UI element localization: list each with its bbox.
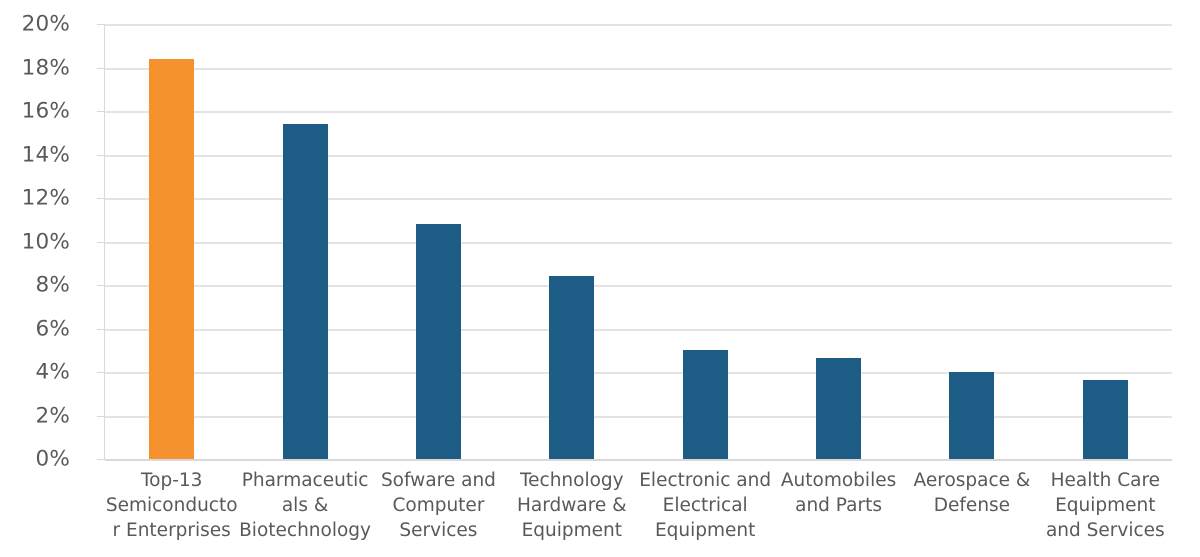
bars	[105, 24, 1172, 459]
y-axis-tick-label: 0%	[35, 446, 70, 472]
plot-area	[105, 24, 1172, 461]
y-axis-tick-label: 20%	[21, 11, 70, 37]
x-axis-baseline	[105, 459, 1172, 461]
x-axis-category-label: Automobiles and Parts	[780, 470, 897, 516]
bar[interactable]	[282, 124, 328, 459]
y-axis-tick-label: 2%	[35, 402, 70, 428]
y-axis-tick-label: 6%	[35, 315, 70, 341]
x-axis-category-label: Technology Hardware & Equipment	[516, 470, 627, 541]
y-axis-tick-label: 14%	[21, 141, 70, 167]
y-axis-tick-label: 4%	[35, 359, 70, 385]
y-axis-tick-label: 8%	[35, 272, 70, 298]
bar[interactable]	[949, 372, 995, 459]
y-axis-tick-label: 10%	[21, 228, 70, 254]
x-axis-category-label: Sofware and Computer Services	[380, 470, 496, 541]
y-axis-tick-label: 12%	[21, 185, 70, 211]
x-axis-category-label: Pharmaceuticals & Biotechnology	[239, 470, 371, 541]
y-axis-tick-label: 18%	[21, 54, 70, 80]
bar-chart: 20% 18% 16% 14% 12% 10% 8% 6% 4% 2% 0% Top-13 Semi…	[0, 0, 1200, 557]
bar[interactable]	[549, 276, 595, 459]
bar[interactable]	[816, 357, 862, 459]
y-axis-tick-label: 16%	[21, 98, 70, 124]
y-axis: 20% 18% 16% 14% 12% 10% 8% 6% 4% 2% 0%	[0, 0, 105, 557]
bar[interactable]	[149, 58, 195, 459]
x-axis-category-label: Aerospace & Defense	[913, 470, 1031, 516]
x-axis-category-label: Electronic and Electrical Equipment	[639, 470, 772, 541]
x-axis-category-label: Top-13 Semiconductor Enterprises	[105, 470, 238, 541]
bar[interactable]	[682, 350, 728, 459]
x-axis: Top-13 Semiconductor Enterprises Pharmace…	[105, 468, 1172, 557]
x-axis-category-label: Health Care Equipment and Services	[1045, 470, 1165, 541]
bar[interactable]	[415, 224, 461, 459]
bar[interactable]	[1082, 379, 1128, 459]
